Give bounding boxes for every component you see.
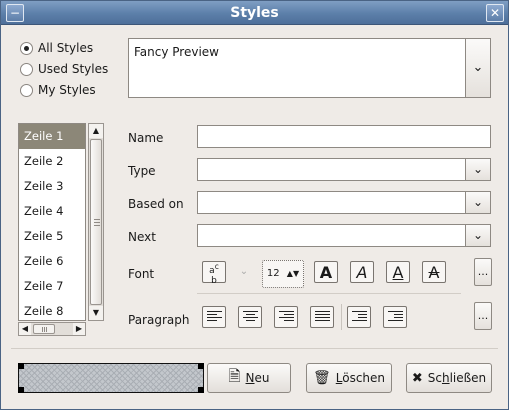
indent-increase-icon[interactable]: [347, 306, 371, 328]
radio-label: Used Styles: [38, 62, 109, 76]
list-item[interactable]: Zeile 6: [19, 249, 85, 274]
bold-icon[interactable]: A: [314, 261, 338, 283]
list-vertical-scrollbar[interactable]: ▲ ▼: [88, 123, 104, 321]
divider: [197, 293, 461, 294]
close-button[interactable]: ✖ Schließen: [406, 363, 492, 393]
font-size-value: 12: [266, 268, 280, 279]
list-item[interactable]: Zeile 5: [19, 224, 85, 249]
italic-icon[interactable]: A: [350, 261, 374, 283]
chevron-down-icon[interactable]: ⌄: [465, 225, 490, 246]
font-label: Font: [128, 267, 155, 281]
radio-all-styles[interactable]: All Styles: [20, 41, 93, 55]
name-field[interactable]: [197, 125, 491, 148]
horizontal-scroll-thumb[interactable]: [33, 324, 55, 334]
scroll-right-icon[interactable]: ▶: [73, 323, 85, 335]
paragraph-label: Paragraph: [128, 313, 190, 327]
close-button-label: Schließen: [427, 371, 487, 385]
indent-decrease-icon[interactable]: [383, 306, 407, 328]
paragraph-more-button[interactable]: ...: [474, 302, 492, 330]
radio-indicator[interactable]: [20, 62, 33, 76]
strikethrough-icon[interactable]: A: [422, 261, 446, 283]
preview-dropdown-button[interactable]: ⌄: [466, 38, 491, 98]
based-on-combo[interactable]: ⌄: [197, 191, 491, 214]
text-case-icon[interactable]: ac b: [202, 261, 226, 286]
chevron-down-icon: ⌄: [239, 266, 249, 277]
list-item[interactable]: Zeile 3: [19, 174, 85, 199]
align-left-icon[interactable]: [202, 306, 226, 328]
list-item[interactable]: Zeile 4: [19, 199, 85, 224]
list-horizontal-scrollbar[interactable]: ◀ ▶: [18, 322, 86, 336]
font-size-spinner[interactable]: 12 ▲▼: [262, 260, 304, 288]
font-more-button[interactable]: ...: [474, 258, 492, 286]
close-window-icon[interactable]: ✕: [486, 4, 504, 22]
close-icon: ✖: [411, 370, 423, 386]
trash-icon: 🗑: [312, 370, 331, 386]
radio-indicator[interactable]: [20, 41, 33, 55]
fancy-preview-box: Fancy Preview: [128, 38, 466, 98]
list-item[interactable]: Zeile 1: [19, 124, 85, 149]
type-combo[interactable]: ⌄: [197, 158, 491, 181]
align-right-icon[interactable]: [274, 306, 298, 328]
title-bar[interactable]: − Styles ✕: [1, 1, 508, 25]
style-swatch-preview: [18, 363, 204, 393]
list-item[interactable]: Zeile 7: [19, 274, 85, 299]
name-label: Name: [128, 131, 164, 145]
delete-button[interactable]: 🗑 Löschen: [306, 363, 392, 393]
chevron-down-icon[interactable]: ⌄: [465, 192, 490, 213]
new-button[interactable]: 🗎 Neu: [207, 363, 291, 393]
list-item[interactable]: Zeile 8: [19, 299, 85, 320]
styles-list[interactable]: Zeile 1 Zeile 2 Zeile 3 Zeile 4 Zeile 5 …: [18, 123, 86, 321]
radio-label: My Styles: [38, 83, 96, 97]
radio-used-styles[interactable]: Used Styles: [20, 62, 108, 76]
delete-button-label: Löschen: [335, 371, 386, 385]
next-combo[interactable]: ⌄: [197, 224, 491, 247]
separator: [341, 304, 342, 330]
radio-my-styles[interactable]: My Styles: [20, 83, 96, 97]
window-title: Styles: [230, 5, 279, 21]
next-label: Next: [128, 230, 156, 244]
list-item[interactable]: Zeile 2: [19, 149, 85, 174]
divider: [11, 348, 498, 349]
scroll-left-icon[interactable]: ◀: [19, 323, 31, 335]
align-center-icon[interactable]: [238, 306, 262, 328]
new-document-icon: 🗎: [228, 366, 241, 385]
chevron-down-icon: ⌄: [472, 60, 484, 75]
radio-indicator[interactable]: [20, 83, 33, 97]
preview-text: Fancy Preview: [134, 45, 219, 59]
align-justify-icon[interactable]: [310, 306, 334, 328]
underline-icon[interactable]: A: [386, 261, 410, 283]
radio-label: All Styles: [38, 41, 94, 55]
type-label: Type: [128, 164, 156, 178]
new-button-label: Neu: [245, 371, 270, 385]
spin-arrows-icon[interactable]: ▲▼: [287, 269, 299, 278]
based-on-label: Based on: [128, 197, 184, 211]
scroll-up-icon[interactable]: ▲: [89, 124, 103, 138]
styles-dialog: − Styles ✕ All Styles Used Styles My Sty…: [0, 0, 509, 410]
scroll-down-icon[interactable]: ▼: [89, 306, 103, 320]
chevron-down-icon[interactable]: ⌄: [465, 159, 490, 180]
vertical-scroll-thumb[interactable]: [90, 139, 102, 305]
